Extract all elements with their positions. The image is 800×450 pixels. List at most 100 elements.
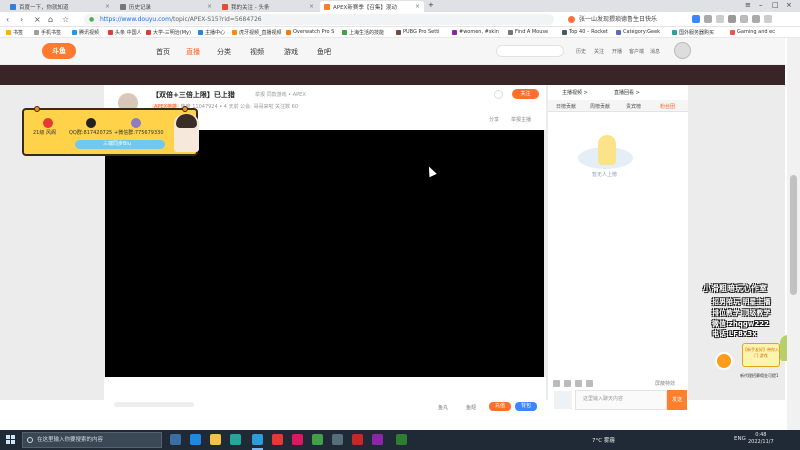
bookmark-item[interactable]: Top 40 – Rocket <box>562 29 608 35</box>
stop-icon[interactable]: × <box>34 15 41 24</box>
browser-tab[interactable]: 百度一下，你就知道 × <box>6 1 114 12</box>
bookmark-item[interactable]: 大学-三明治(My) <box>146 29 191 36</box>
file-explorer-icon[interactable] <box>210 434 221 445</box>
bookmark-item[interactable]: 腾讯视频 <box>72 29 99 36</box>
site-logo[interactable]: 斗鱼 <box>42 43 76 59</box>
refresh-icon[interactable] <box>494 90 503 99</box>
bookmark-item[interactable]: 国外服务器购买 <box>672 29 714 36</box>
followers: 关注数 60 <box>275 104 298 110</box>
close-window-icon[interactable]: × <box>786 1 792 9</box>
nav-home[interactable]: 首页 <box>156 47 170 57</box>
extension-icon[interactable] <box>716 15 724 23</box>
settings-icon[interactable] <box>752 15 760 23</box>
site-search-input[interactable] <box>496 45 564 57</box>
video-player[interactable] <box>105 130 544 377</box>
bookmark-item[interactable]: 头条 中国人 <box>108 29 142 36</box>
bookmark-item[interactable]: PUBG Pro Setti <box>396 29 440 35</box>
nav-category[interactable]: 分类 <box>217 47 231 57</box>
minimize-icon[interactable]: – <box>759 1 763 9</box>
chat-settings-icon[interactable] <box>564 380 571 387</box>
bookmark-item[interactable]: 上海生活的技能 <box>342 29 384 36</box>
emoji-icon[interactable] <box>553 380 560 387</box>
tab-vip-rank[interactable]: 贵宾榜 <box>626 103 641 110</box>
browser-tab[interactable]: 我的关注 - 头条 × <box>218 1 318 12</box>
bookmark-item[interactable]: 主播中心 <box>198 29 225 36</box>
extension-icon[interactable] <box>728 15 736 23</box>
close-tab-icon[interactable]: × <box>207 3 212 10</box>
follow-button[interactable]: 关注 <box>512 89 539 99</box>
bookmark-item[interactable]: 手机书签 <box>34 29 61 36</box>
history-link[interactable]: 历史 <box>576 48 586 55</box>
report-button[interactable]: 举报主播 <box>511 116 531 123</box>
weather-status[interactable]: 7°C 雾霾 <box>592 436 615 444</box>
taskbar-clock[interactable]: 0:48 2022/11/7 <box>748 432 774 446</box>
backpack-button[interactable]: 背包 <box>515 402 537 411</box>
bookmark-label: 上海生活的技能 <box>349 30 385 36</box>
broadcast-link[interactable]: 开播 <box>612 48 622 55</box>
bookmark-item[interactable]: Overwatch Pro S <box>286 29 334 35</box>
browser-app-icon[interactable] <box>252 434 263 445</box>
tab-daily-rank[interactable]: 日榜贡献 <box>556 103 576 110</box>
fan-badge-icon[interactable] <box>575 380 582 387</box>
tab-weekly-rank[interactable]: 周榜贡献 <box>590 103 610 110</box>
close-tab-icon[interactable]: × <box>105 3 110 10</box>
back-icon[interactable]: ‹ <box>6 15 9 24</box>
nav-fishbar[interactable]: 鱼吧 <box>317 47 331 57</box>
app-icon[interactable] <box>292 434 303 445</box>
bookmark-item[interactable]: #women, #skin <box>452 29 499 35</box>
new-tab-icon[interactable]: + <box>428 1 434 9</box>
download-icon[interactable] <box>740 15 748 23</box>
steam-icon[interactable] <box>332 434 343 445</box>
bookmark-item[interactable]: Gaming and ec <box>730 29 775 35</box>
windows-start-icon[interactable] <box>6 435 16 445</box>
client-link[interactable]: 客户端 <box>629 48 644 55</box>
bookmark-item[interactable]: Find A Mouse <box>508 29 548 35</box>
room-category[interactable]: 举报 同款游戏 • APEX <box>255 91 306 98</box>
share-button[interactable]: 分享 <box>489 116 499 123</box>
app-icon[interactable] <box>372 434 383 445</box>
home-icon[interactable]: ⌂ <box>48 15 53 24</box>
menu-icon[interactable] <box>764 15 772 23</box>
language-indicator[interactable]: ENG <box>734 436 746 442</box>
browser-tab[interactable]: 历史记录 × <box>116 1 216 12</box>
extension-icon[interactable] <box>704 15 712 23</box>
promo-overlay: 小滑粗暗玩心作室 招男陪玩 明星主播 排位教学 顶级教学 微信:zhqgw222… <box>700 283 800 383</box>
messages-link[interactable]: 消息 <box>650 48 660 55</box>
address-bar[interactable]: ● https://www.douyu.com/topic/APEX-S15?r… <box>84 14 554 25</box>
follow-link[interactable]: 关注 <box>594 48 604 55</box>
taskbar-search-input[interactable]: 在这里输入你要搜索的内容 <box>22 432 162 448</box>
nav-live[interactable]: 直播 <box>186 47 200 57</box>
close-tab-icon[interactable]: × <box>309 3 314 10</box>
bookmark-icon <box>286 29 291 35</box>
nav-game[interactable]: 游戏 <box>284 47 298 57</box>
avatar[interactable] <box>674 42 691 59</box>
app-icon[interactable] <box>312 434 323 445</box>
anchor-videos-link[interactable]: 主播视频 > <box>562 89 588 96</box>
browser-tab-active[interactable]: APEX新赛季【召集】混动 × <box>320 1 424 12</box>
bookmark-item[interactable]: 书签 <box>6 29 23 36</box>
close-tab-icon[interactable]: × <box>415 3 420 10</box>
scrollbar-thumb[interactable] <box>790 175 797 295</box>
chat-send-button[interactable]: 发送 <box>667 390 687 410</box>
forward-icon[interactable]: › <box>20 15 23 24</box>
bookmark-item[interactable]: Category:Geek <box>616 29 660 35</box>
browser-search-box[interactable]: 张一山发现猥琐德鲁生日快乐 <box>565 14 680 25</box>
edge-icon[interactable] <box>190 434 201 445</box>
bookmark-item[interactable]: 虎牙视频_直播视频 <box>232 29 282 36</box>
app-icon[interactable] <box>396 434 407 445</box>
gift-icon[interactable] <box>586 380 593 387</box>
tab-fan-club[interactable]: 粉丝团 <box>660 103 675 110</box>
app-icon[interactable] <box>272 434 283 445</box>
recharge-button[interactable]: 充值 <box>489 402 511 411</box>
menu-icon[interactable]: ≡ <box>745 1 751 9</box>
favorite-icon[interactable]: ☆ <box>62 15 69 24</box>
block-effects-toggle[interactable]: 屏蔽特效 <box>655 380 675 387</box>
maximize-icon[interactable]: □ <box>772 1 779 9</box>
nav-video[interactable]: 视频 <box>250 47 264 57</box>
app-icon[interactable] <box>352 434 363 445</box>
app-icon[interactable] <box>230 434 241 445</box>
replay-link[interactable]: 直播回看 > <box>614 89 640 96</box>
task-view-icon[interactable] <box>170 434 181 445</box>
chat-input[interactable]: 这里输入聊天内容 <box>575 390 667 410</box>
extension-icon[interactable] <box>692 15 700 23</box>
